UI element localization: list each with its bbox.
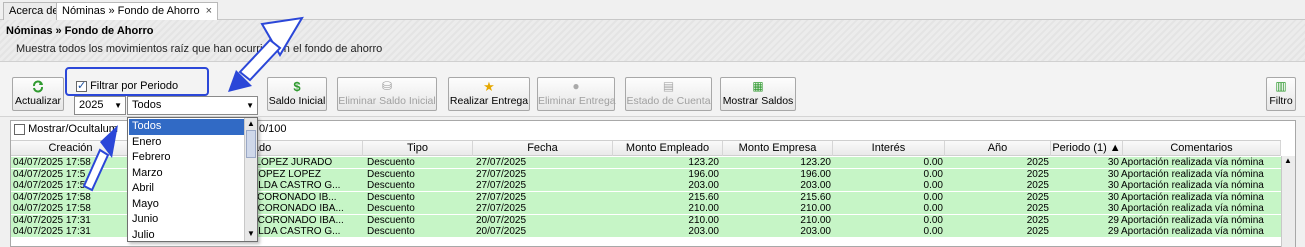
annotation-arrows (82, 16, 304, 192)
arrow-icon (228, 16, 304, 92)
arrow-icon (82, 125, 118, 192)
